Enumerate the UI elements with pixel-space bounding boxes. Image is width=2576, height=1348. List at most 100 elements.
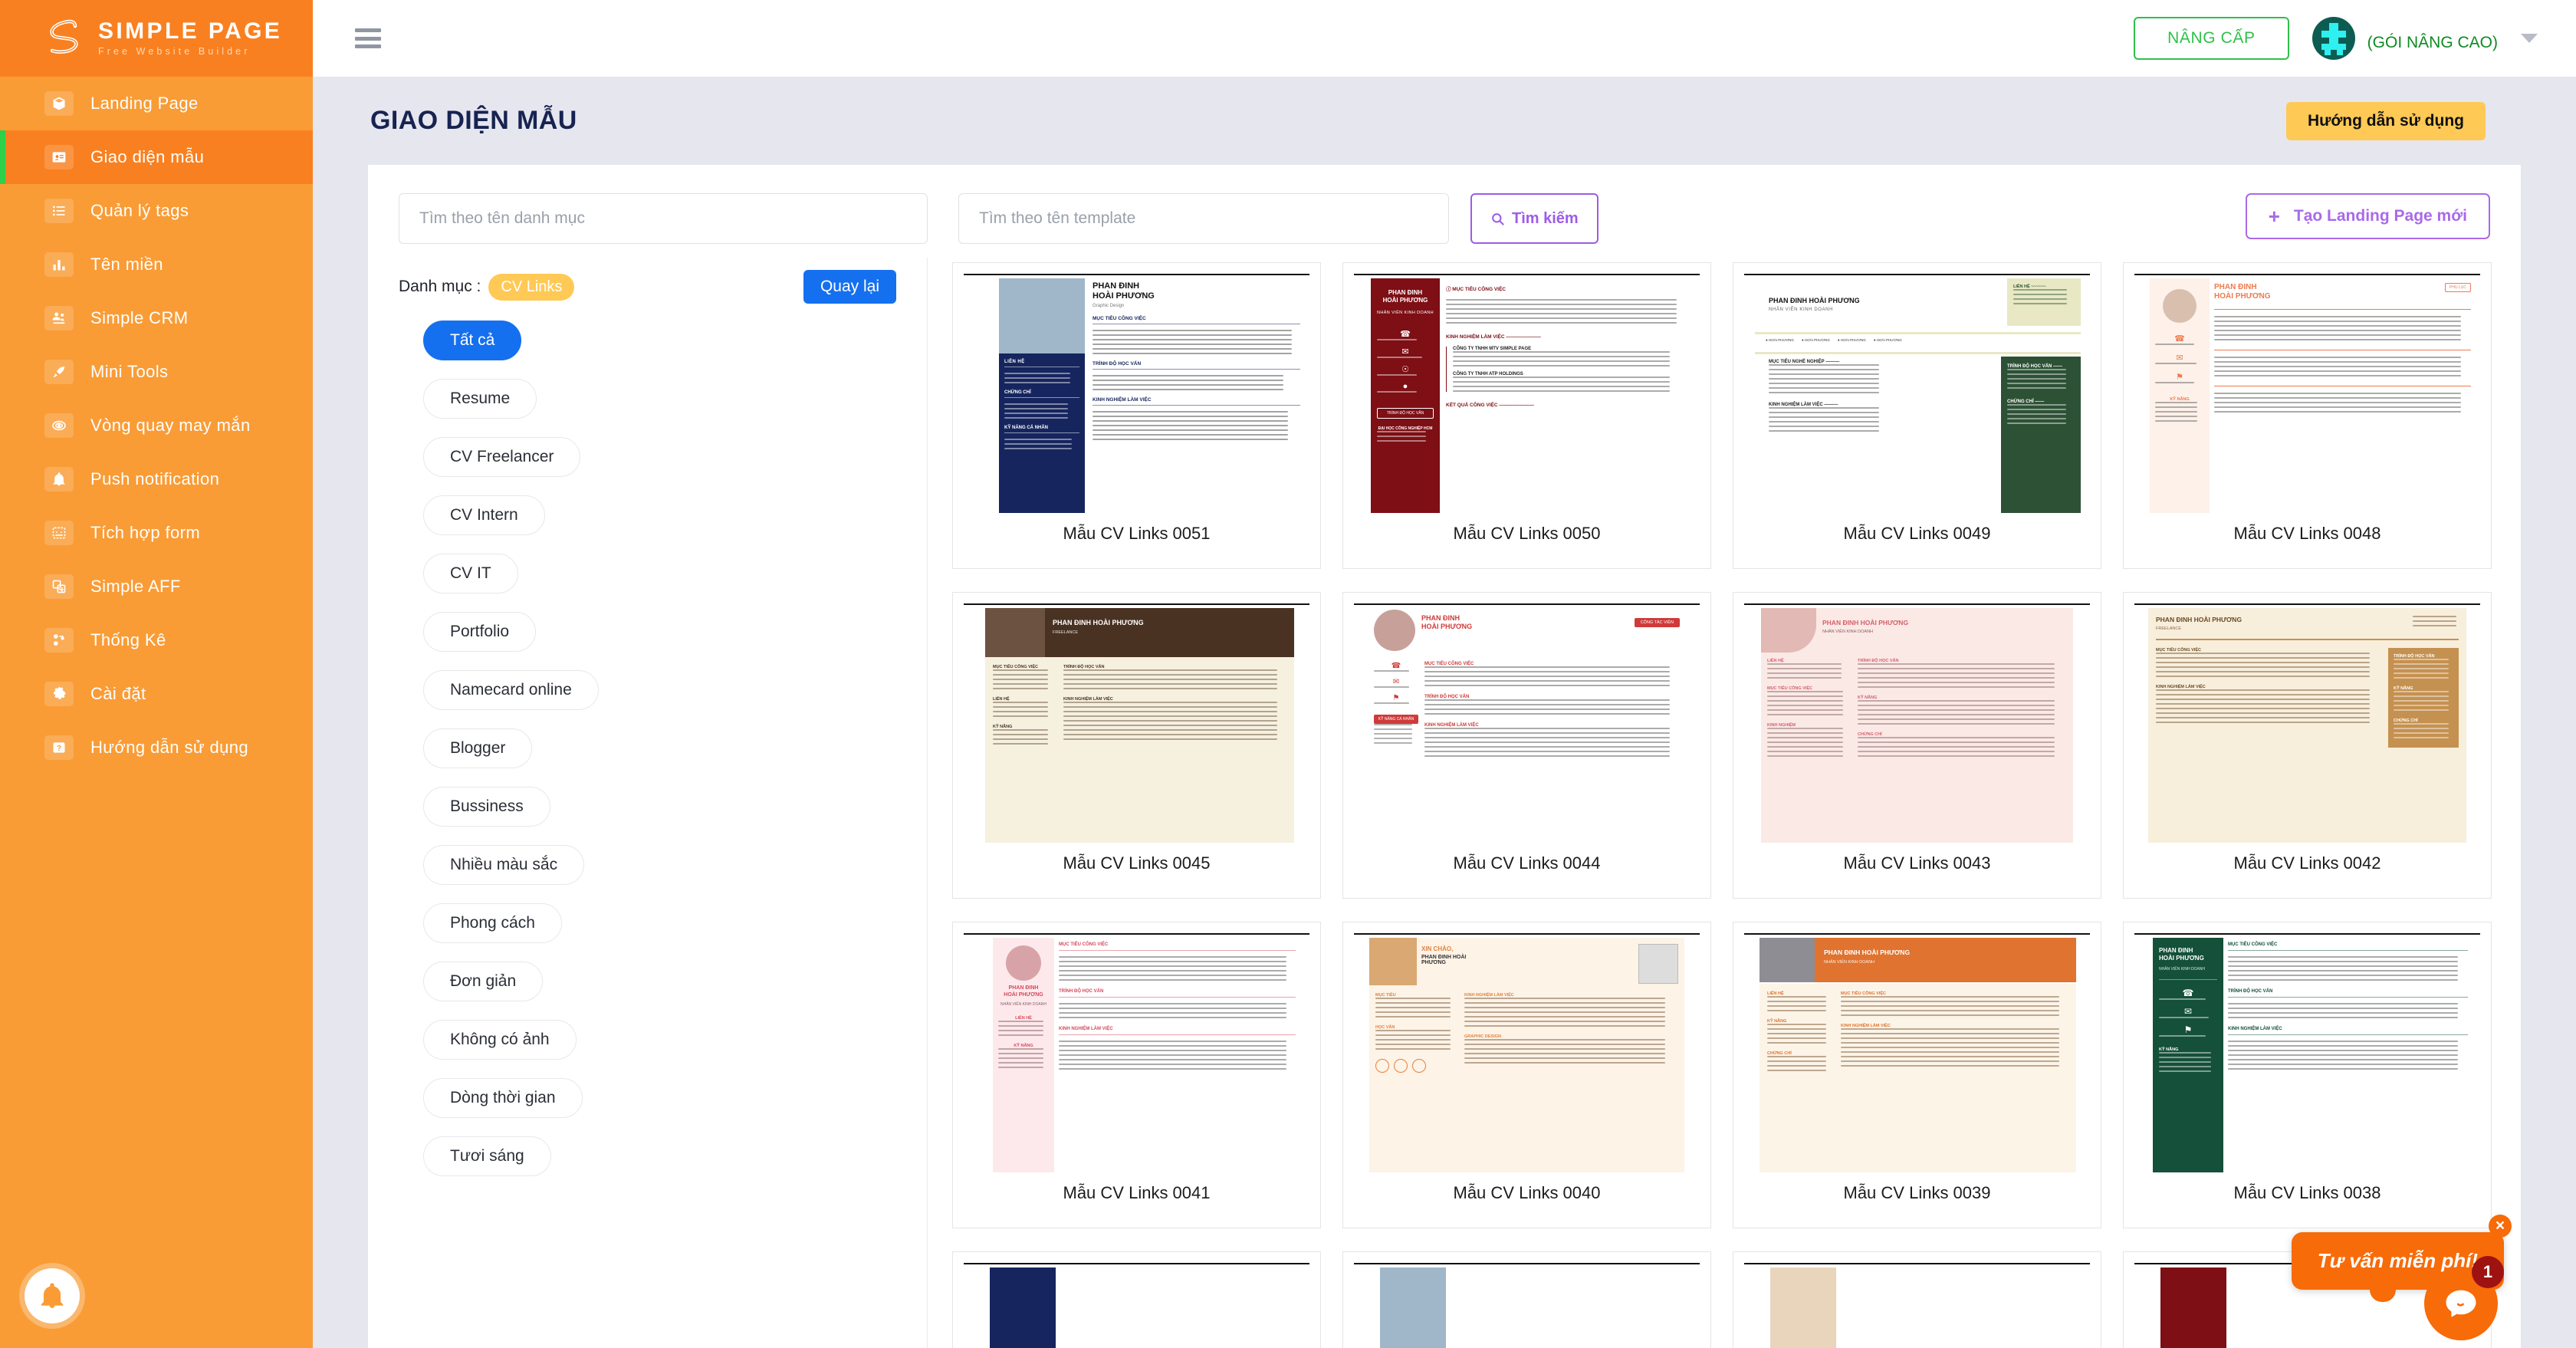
upgrade-button[interactable]: NÂNG CẤP	[2134, 17, 2289, 60]
template-card[interactable]: ☎ ✉ ⚑ KỸ NĂNG PHAN ĐINH HOÀI PHƯƠNG PHỤ LỤC Mẫu…	[2123, 262, 2492, 569]
top-bar: NÂNG CẤP (GÓI NÂNG CAO)	[313, 0, 2576, 77]
template-thumbnail[interactable]: PHAN ĐINH HOÀI PHƯƠNG NHÂN VIÊN KINH DOANH…	[964, 929, 1309, 1172]
notification-widget-button[interactable]	[25, 1268, 80, 1323]
selected-category-chip[interactable]: CV Links	[488, 273, 575, 301]
category-pill-nhi-u-m-u-s-c[interactable]: Nhiều màu sắc	[423, 845, 585, 885]
template-thumbnail[interactable]: PHAN ĐINH HOÀI PHƯƠNG NHÂN VIÊN KINH DOAN…	[1744, 599, 2090, 843]
category-pill-resume[interactable]: Resume	[423, 379, 537, 419]
template-card[interactable]: PHAN ĐINH HOÀI PHƯƠNG NHÂN VIÊN KINH DOAN…	[1733, 592, 2101, 899]
template-card[interactable]: PHAN ĐINH HOÀI PHƯƠNG NHÂN VIÊN KINH DOANH…	[1342, 262, 1711, 569]
template-card[interactable]: PHAN ĐINH HOÀI PHƯƠNG FREELANCE MỤC TIÊU C…	[2123, 592, 2492, 899]
category-pill-cv-intern[interactable]: CV Intern	[423, 495, 545, 535]
category-pill-bussiness[interactable]: Bussiness	[423, 787, 550, 827]
template-thumbnail[interactable]	[1354, 1258, 1700, 1348]
template-thumbnail[interactable]: PHAN ĐINH HOÀI PHƯƠNG FREELANCE MỤC TIÊU C…	[2134, 599, 2480, 843]
user-guide-button[interactable]: Hướng dẫn sử dụng	[2286, 101, 2486, 140]
sidebar-item-label: Tên miền	[90, 255, 163, 274]
users-icon	[44, 306, 74, 330]
sidebar-item-simple-crm[interactable]: Simple CRM	[0, 291, 313, 345]
sidebar-item-c-i-t[interactable]: Cài đặt	[0, 667, 313, 721]
sidebar-item-label: Tích hợp form	[90, 523, 201, 542]
category-pill-t-t-c[interactable]: Tất cả	[423, 321, 522, 360]
create-landing-page-button[interactable]: + Tạo Landing Page mới	[2245, 193, 2490, 239]
sidebar-item-push-notification[interactable]: Push notification	[0, 452, 313, 506]
template-card[interactable]: XIN CHÀO, PHAN ĐINH HOÀI PHƯƠNG MỤC TIÊU HỌ…	[1342, 922, 1711, 1228]
template-card[interactable]: PHAN ĐINH HOÀI PHƯƠNG CỘNG TÁC VIÊN ☎ ✉ ⚑ KỸ N…	[1342, 592, 1711, 899]
sidebar-nav: Landing Page Giao diện mẫu Quản lý tags Tên…	[0, 77, 313, 774]
template-card[interactable]: PHAN ĐINH HOÀI PHƯƠNG FREELANCE MỤC TIÊU C…	[952, 592, 1321, 899]
template-card[interactable]	[1342, 1251, 1711, 1348]
template-card[interactable]	[1733, 1251, 2101, 1348]
sidebar-item-label: Push notification	[90, 469, 220, 488]
hamburger-icon[interactable]	[355, 28, 381, 48]
category-pill-cv-freelancer[interactable]: CV Freelancer	[423, 437, 581, 477]
brand-subtitle: Free Website Builder	[98, 46, 251, 58]
template-preview-image: LIÊN HỆ ~~~~~~ PHAN ĐINH HOÀI PHƯƠNG NHÂN …	[1744, 269, 2090, 513]
sidebar-item-v-ng-quay-may-m-n[interactable]: Vòng quay may mắn	[0, 399, 313, 452]
sidebar-item-simple-aff[interactable]: Simple AFF	[0, 560, 313, 613]
sidebar-item-t-n-mi-n[interactable]: Tên miền	[0, 238, 313, 291]
share-icon	[44, 574, 74, 599]
back-button[interactable]: Quay lại	[803, 270, 896, 304]
category-pill-blogger[interactable]: Blogger	[423, 728, 533, 768]
category-pill-portfolio[interactable]: Portfolio	[423, 612, 537, 652]
sidebar-item-landing-page[interactable]: Landing Page	[0, 77, 313, 130]
template-card[interactable]: PHAN ĐINH HOÀI PHƯƠNG NHÂN VIÊN KINH DOANH…	[952, 922, 1321, 1228]
template-name: Mẫu CV Links 0045	[1063, 853, 1211, 873]
category-pill-d-ng-th-i-gian[interactable]: Dòng thời gian	[423, 1078, 583, 1118]
category-search-input[interactable]: Tìm theo tên danh mục	[399, 193, 928, 244]
search-icon	[1492, 212, 1504, 225]
template-card[interactable]	[952, 1251, 1321, 1348]
category-label: Danh mục :	[399, 278, 481, 295]
template-thumbnail[interactable]: XIN CHÀO, PHAN ĐINH HOÀI PHƯƠNG MỤC TIÊU HỌ…	[1354, 929, 1700, 1172]
sidebar-item-mini-tools[interactable]: Mini Tools	[0, 345, 313, 399]
sidebar-item-label: Simple AFF	[90, 577, 181, 596]
category-sidebar: Danh mục : CV Links Quay lại Tất cả Resum…	[368, 258, 928, 1348]
sidebar-item-giao-di-n-m-u[interactable]: Giao diện mẫu	[0, 130, 313, 184]
page-header: GIAO DIỆN MẪU Hướng dẫn sử dụng	[313, 77, 2576, 165]
chevron-down-icon[interactable]	[2521, 34, 2538, 43]
template-thumbnail[interactable]: PHAN ĐINH HOÀI PHƯƠNG FREELANCE MỤC TIÊU C…	[964, 599, 1309, 843]
template-thumbnail[interactable]: LIÊN HỆ CHỨNG CHỈ KỸ NĂNG CÁ NHÂN PHAN ĐINH…	[964, 269, 1309, 513]
user-plan-label: (GÓI NÂNG CAO)	[2367, 33, 2498, 51]
help-icon: ?	[44, 735, 74, 760]
template-card[interactable]: PHAN ĐINH HOÀI PHƯƠNG NHÂN VIÊN KINH DOAN…	[1733, 922, 2101, 1228]
template-thumbnail[interactable]: PHAN ĐINH HOÀI PHƯƠNG NHÂN VIÊN KINH DOAN…	[1744, 929, 2090, 1172]
template-name: Mẫu CV Links 0051	[1063, 524, 1211, 543]
sidebar-item-label: Thống Kê	[90, 630, 166, 649]
target-icon	[44, 413, 74, 438]
template-card[interactable]: LIÊN HỆ ~~~~~~ PHAN ĐINH HOÀI PHƯƠNG NHÂN …	[1733, 262, 2101, 569]
close-icon[interactable]: ×	[2489, 1215, 2512, 1238]
template-thumbnail[interactable]	[1744, 1258, 2090, 1348]
template-thumbnail[interactable]: PHAN ĐINH HOÀI PHƯƠNG NHÂN VIÊN KINH DOANH…	[1354, 269, 1700, 513]
category-pill-cv-it[interactable]: CV IT	[423, 554, 518, 593]
category-pill-t-i-s-ng[interactable]: Tươi sáng	[423, 1136, 551, 1176]
sidebar-item-h-ng-d-n-s-d-ng[interactable]: ? Hướng dẫn sử dụng	[0, 721, 313, 774]
app-root: SIMPLE PAGE Free Website Builder Landing…	[0, 0, 2576, 1348]
sidebar-item-t-ch-h-p-form[interactable]: Tích hợp form	[0, 506, 313, 560]
template-preview-image: LIÊN HỆ CHỨNG CHỈ KỸ NĂNG CÁ NHÂN PHAN ĐINH…	[964, 269, 1309, 513]
template-preview-image: ☎ ✉ ⚑ KỸ NĂNG PHAN ĐINH HOÀI PHƯƠNG PHỤ LỤC	[2134, 269, 2480, 513]
brand-title: SIMPLE PAGE	[98, 18, 283, 44]
template-name: Mẫu CV Links 0049	[1843, 524, 1991, 543]
sidebar-item-th-ng-k[interactable]: Thống Kê	[0, 613, 313, 667]
sidebar-item-label: Giao diện mẫu	[90, 147, 205, 166]
template-thumbnail[interactable]: LIÊN HỆ ~~~~~~ PHAN ĐINH HOÀI PHƯƠNG NHÂN …	[1744, 269, 2090, 513]
template-preview-image: PHAN ĐINH HOÀI PHƯƠNG NHÂN VIÊN KINH DOAN…	[1744, 599, 2090, 843]
category-pill-n-gi-n[interactable]: Đơn giản	[423, 962, 544, 1001]
user-menu[interactable]: (GÓI NÂNG CAO)	[2312, 17, 2538, 60]
template-thumbnail[interactable]: PHAN ĐINH HOÀI PHƯƠNG CỘNG TÁC VIÊN ☎ ✉ ⚑ KỸ N…	[1354, 599, 1700, 843]
sidebar-item-qu-n-l-tags[interactable]: Quản lý tags	[0, 184, 313, 238]
template-search-input[interactable]: Tìm theo tên template	[958, 193, 1449, 244]
template-thumbnail[interactable]	[964, 1258, 1309, 1348]
filter-bar: Tìm theo tên danh mục Tìm theo tên templ…	[368, 165, 2521, 244]
avatar	[2312, 17, 2355, 60]
category-pill-kh-ng-c-nh[interactable]: Không có ảnh	[423, 1020, 577, 1060]
category-pill-namecard-online[interactable]: Namecard online	[423, 670, 599, 710]
template-card[interactable]: LIÊN HỆ CHỨNG CHỈ KỸ NĂNG CÁ NHÂN PHAN ĐINH…	[952, 262, 1321, 569]
sidebar: SIMPLE PAGE Free Website Builder Landing…	[0, 0, 313, 1348]
search-button[interactable]: Tìm kiếm	[1470, 193, 1598, 244]
category-pill-phong-c-ch[interactable]: Phong cách	[423, 903, 562, 943]
brand-logo[interactable]: SIMPLE PAGE Free Website Builder	[0, 0, 313, 77]
template-thumbnail[interactable]: ☎ ✉ ⚑ KỸ NĂNG PHAN ĐINH HOÀI PHƯƠNG PHỤ LỤC	[2134, 269, 2480, 513]
